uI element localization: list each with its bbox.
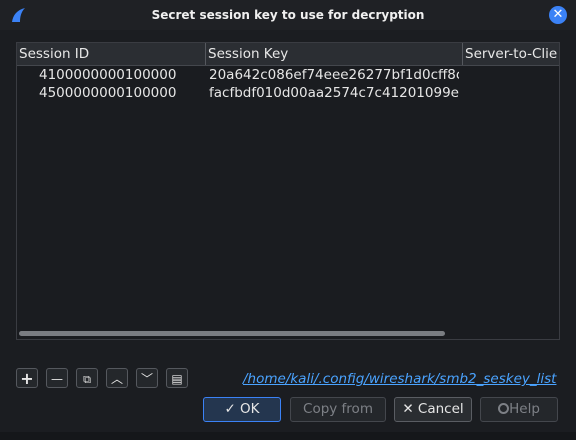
window-bottom-edge: [0, 432, 576, 440]
config-file-path-link[interactable]: /home/kali/.config/wireshark/smb2_seskey…: [243, 371, 556, 387]
column-header-session-id[interactable]: Session ID: [17, 43, 206, 65]
help-icon: [498, 403, 510, 414]
add-entry-button[interactable]: +: [16, 368, 38, 388]
help-button[interactable]: Help: [480, 397, 558, 422]
horizontal-scrollbar[interactable]: [17, 329, 559, 337]
plus-icon: +: [20, 369, 34, 388]
ok-button[interactable]: ✓ OK: [203, 397, 281, 422]
session-key-cell: facfbdf010d00aa2574c7c41201099e8: [209, 85, 459, 101]
table-row[interactable]: 4100000000100000 20a642c086ef74eee26277b…: [17, 66, 559, 84]
title-bar: Secret session key to use for decryption…: [0, 0, 576, 30]
copy-icon: ⧉: [83, 373, 91, 386]
session-key-table[interactable]: Session ID Session Key Server-to-Clie 41…: [16, 42, 560, 340]
table-row[interactable]: 4500000000100000 facfbdf010d00aa2574c7c4…: [17, 84, 559, 102]
table-header: Session ID Session Key Server-to-Clie: [17, 43, 559, 66]
close-button[interactable]: ✕: [549, 6, 567, 24]
clear-list-button[interactable]: ▤: [166, 368, 188, 388]
chevron-down-icon: ﹀: [140, 372, 153, 386]
chevron-up-icon: ︿: [110, 372, 123, 386]
window-title: Secret session key to use for decryption: [151, 8, 425, 22]
move-up-button[interactable]: ︿: [106, 368, 128, 388]
move-down-button[interactable]: ﹀: [136, 368, 158, 388]
column-header-session-key[interactable]: Session Key: [206, 43, 463, 65]
copy-from-button[interactable]: Copy from: [290, 397, 386, 422]
minus-icon: —: [51, 372, 63, 386]
session-id-cell: 4500000000100000: [39, 85, 177, 101]
copy-entry-button[interactable]: ⧉: [76, 368, 98, 388]
clear-list-icon: ▤: [171, 372, 183, 386]
session-key-cell: 20a642c086ef74eee26277bf1d0cff8c: [209, 67, 459, 83]
column-header-server-to-client[interactable]: Server-to-Clie: [463, 43, 559, 65]
close-icon: ✕: [552, 7, 564, 22]
remove-entry-button[interactable]: —: [46, 368, 68, 388]
help-button-label: Help: [509, 401, 540, 417]
scrollbar-thumb[interactable]: [19, 331, 445, 336]
session-id-cell: 4100000000100000: [39, 67, 177, 83]
cancel-button[interactable]: ✕ Cancel: [394, 397, 472, 422]
